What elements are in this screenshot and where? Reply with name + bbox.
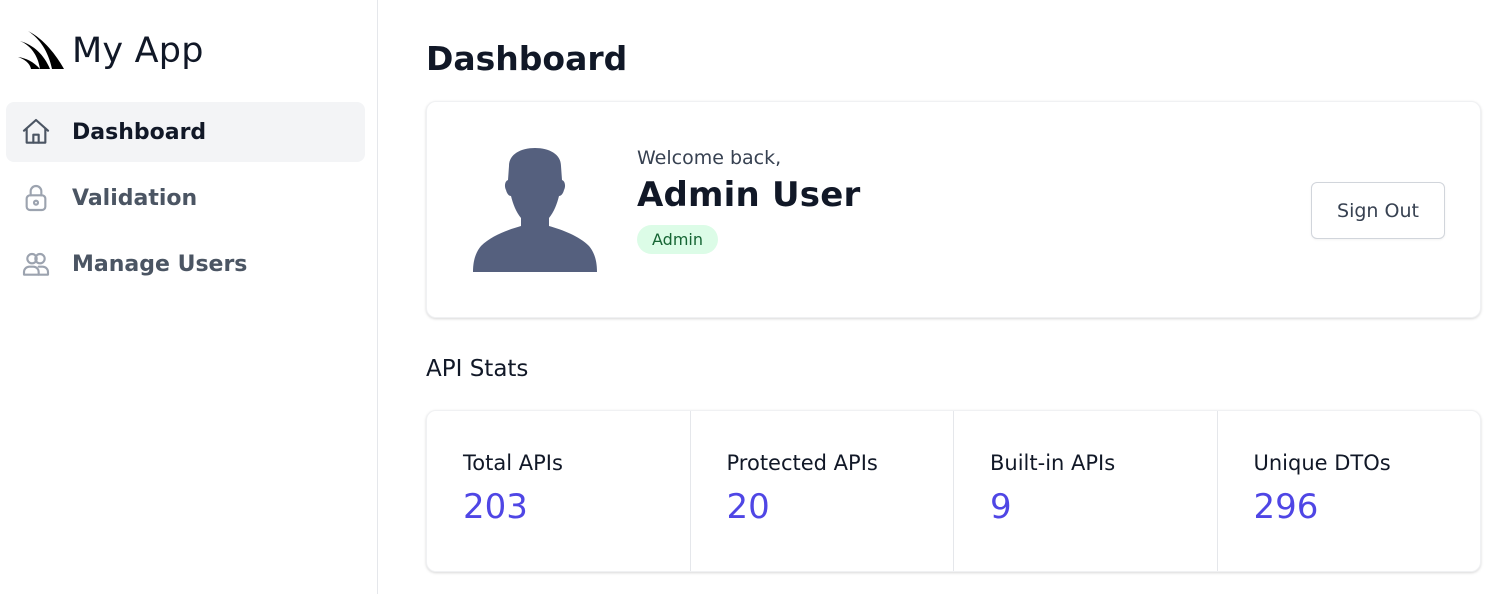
main-content: Dashboard Welcome back, Admin User Admin…: [378, 0, 1494, 594]
stat-total-apis: Total APIs 203: [427, 411, 691, 571]
stat-protected-apis: Protected APIs 20: [691, 411, 954, 571]
stat-built-in-apis: Built-in APIs 9: [954, 411, 1218, 571]
app-name: My App: [72, 31, 204, 71]
users-icon: [20, 248, 52, 280]
brand[interactable]: My App: [6, 0, 365, 102]
section-title-api-stats: API Stats: [426, 356, 529, 382]
sidebar-item-label: Dashboard: [72, 119, 207, 145]
stats-card: Total APIs 203 Protected APIs 20 Built-i…: [426, 410, 1481, 572]
stat-unique-dtos: Unique DTOs 296: [1218, 411, 1481, 571]
stat-label: Unique DTOs: [1253, 451, 1391, 475]
sidebar-item-label: Validation: [72, 185, 198, 211]
sidebar-item-manage-users[interactable]: Manage Users: [6, 234, 365, 294]
app-root: My App Dashboard Validation Manage Users…: [0, 0, 1494, 594]
user-silhouette-icon: [473, 146, 597, 272]
lock-icon: [20, 182, 52, 214]
sidebar: My App Dashboard Validation Manage Users: [0, 0, 378, 594]
stat-value: 203: [463, 487, 528, 527]
sign-out-button[interactable]: Sign Out: [1311, 182, 1445, 239]
stat-label: Built-in APIs: [990, 451, 1116, 475]
role-badge: Admin: [637, 225, 718, 254]
logo-icon: [18, 29, 66, 73]
sidebar-item-dashboard[interactable]: Dashboard: [6, 102, 365, 162]
home-icon: [20, 116, 52, 148]
sidebar-item-validation[interactable]: Validation: [6, 168, 365, 228]
stat-value: 296: [1253, 487, 1319, 527]
profile-card: Welcome back, Admin User Admin Sign Out: [426, 101, 1481, 318]
stat-value: 20: [726, 487, 770, 527]
welcome-text: Welcome back,: [637, 147, 782, 169]
sidebar-nav: Dashboard Validation Manage Users: [6, 102, 365, 294]
stat-value: 9: [990, 487, 1012, 527]
stat-label: Protected APIs: [726, 451, 878, 475]
welcome-block: Welcome back, Admin User Admin: [637, 147, 860, 254]
page-title: Dashboard: [426, 39, 628, 78]
sidebar-item-label: Manage Users: [72, 251, 248, 277]
stat-label: Total APIs: [463, 451, 563, 475]
user-name: Admin User: [637, 175, 861, 215]
